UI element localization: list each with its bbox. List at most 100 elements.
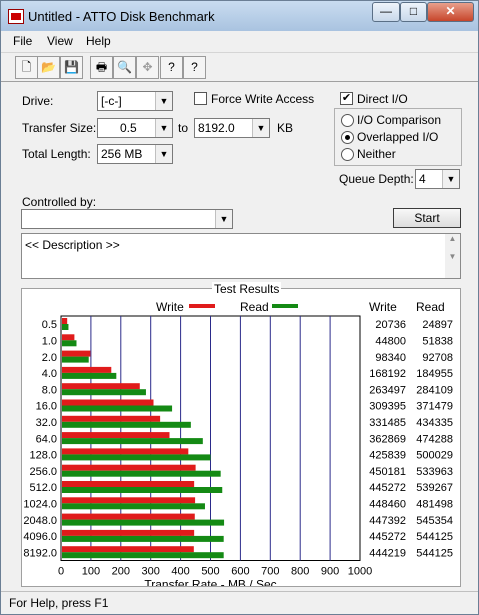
write-value: 263497 [369,384,406,396]
open-icon[interactable]: 📂 [37,56,60,79]
read-value: 184955 [416,368,453,380]
write-value: 445272 [369,482,406,494]
print-preview-icon[interactable]: 🔍 [113,56,136,79]
write-bar [62,415,161,422]
read-bar [62,552,224,559]
write-bar [62,366,112,373]
print-icon[interactable]: 🖶 [90,56,113,79]
read-bar [62,438,203,445]
total-length-select[interactable]: 256 MB ▼ [97,144,173,164]
x-tick-label: 200 [112,566,130,578]
save-icon[interactable]: 💾 [60,56,83,79]
read-value: 481498 [416,498,453,510]
transfer-from-select[interactable]: 0.5 ▼ [97,118,173,138]
queue-depth-label: Queue Depth: [339,172,414,186]
read-bar [62,454,211,461]
transfer-to-select[interactable]: 8192.0 ▼ [194,118,270,138]
description-text: << Description >> [25,238,120,252]
write-value: 331485 [369,417,406,429]
y-tick-label: 4.0 [42,368,57,380]
read-bar [62,487,223,493]
queue-depth-value: 4 [419,172,426,186]
read-value: 51838 [422,335,453,347]
close-button[interactable]: ✕ [427,2,474,22]
chevron-down-icon: ▼ [442,170,459,188]
y-tick-label: 256.0 [29,466,57,478]
overlapped-io-radio[interactable] [341,131,354,144]
y-tick-label: 512.0 [29,482,57,494]
title-bar[interactable]: Untitled - ATTO Disk Benchmark — □ ✕ [1,1,478,31]
menu-bar: File View Help [1,31,478,51]
total-length-value: 256 MB [101,147,143,161]
menu-help[interactable]: Help [86,34,111,48]
y-tick-label: 64.0 [36,433,57,445]
y-tick-label: 0.5 [42,319,57,331]
read-value: 539267 [416,482,453,494]
y-tick-label: 4096.0 [23,531,57,543]
total-length-label: Total Length: [22,147,91,161]
chevron-down-icon: ▼ [155,145,172,163]
controlled-by-select[interactable]: ▼ [21,209,233,229]
write-value: 445272 [369,531,406,543]
menu-view[interactable]: View [47,34,73,48]
description-scrollbar[interactable]: ▲ ▼ [445,234,460,278]
description-textarea[interactable]: << Description >> ▲ ▼ [21,233,461,279]
minimize-button[interactable]: — [372,2,400,22]
window-title: Untitled - ATTO Disk Benchmark [28,9,215,24]
y-tick-label: 128.0 [29,450,57,462]
chevron-down-icon: ▼ [215,210,232,228]
io-comparison-label: I/O Comparison [357,113,442,127]
x-tick-label: 700 [261,566,279,578]
write-bar [62,513,195,520]
read-value: 371479 [416,401,453,413]
neither-radio[interactable] [341,148,354,161]
status-text: For Help, press F1 [9,596,109,610]
write-value: 44800 [375,335,406,347]
write-bar [62,546,194,553]
x-tick-label: 800 [291,566,309,578]
start-button[interactable]: Start [393,208,461,228]
read-bar [62,405,173,412]
y-tick-label: 2.0 [42,352,57,364]
drive-select[interactable]: [-c-] ▼ [97,91,173,111]
x-tick-label: 1000 [348,566,372,578]
read-value: 544125 [416,547,453,559]
new-icon[interactable]: 🗋 [15,56,38,79]
y-tick-label: 1024.0 [23,498,57,510]
read-value: 533963 [416,466,453,478]
read-bar [62,519,225,526]
io-comparison-radio[interactable] [341,114,354,127]
direct-io-label: Direct I/O [357,92,408,106]
neither-label: Neither [357,147,396,161]
queue-depth-select[interactable]: 4 ▼ [415,169,460,189]
write-bar [62,529,195,536]
app-window: Untitled - ATTO Disk Benchmark — □ ✕ Fil… [0,0,479,615]
move-icon[interactable]: ✥ [136,56,159,79]
help-icon[interactable]: ? [160,56,183,79]
x-tick-label: 400 [171,566,189,578]
read-value: 92708 [422,352,453,364]
read-bar [62,372,117,379]
read-value: 544125 [416,531,453,543]
read-value: 545354 [416,515,453,527]
read-bar [62,324,69,330]
to-label: to [178,121,189,135]
chevron-down-icon: ▼ [252,119,269,137]
chevron-down-icon: ▼ [155,92,172,110]
write-bar [62,481,195,487]
maximize-button[interactable]: □ [400,2,427,22]
read-bar [62,340,77,347]
write-value: 362869 [369,433,406,445]
y-tick-label: 1.0 [42,335,57,347]
direct-io-checkbox[interactable]: ✔ [340,92,353,105]
y-tick-label: 16.0 [36,401,57,413]
y-tick-label: 8.0 [42,384,57,396]
x-tick-label: 100 [82,566,100,578]
write-value: 168192 [369,368,406,380]
menu-file[interactable]: File [13,34,32,48]
write-value: 444219 [369,547,406,559]
force-write-checkbox[interactable] [194,92,207,105]
write-bar [62,383,140,390]
context-help-icon[interactable]: ? [183,56,206,79]
y-tick-label: 8192.0 [23,547,57,559]
